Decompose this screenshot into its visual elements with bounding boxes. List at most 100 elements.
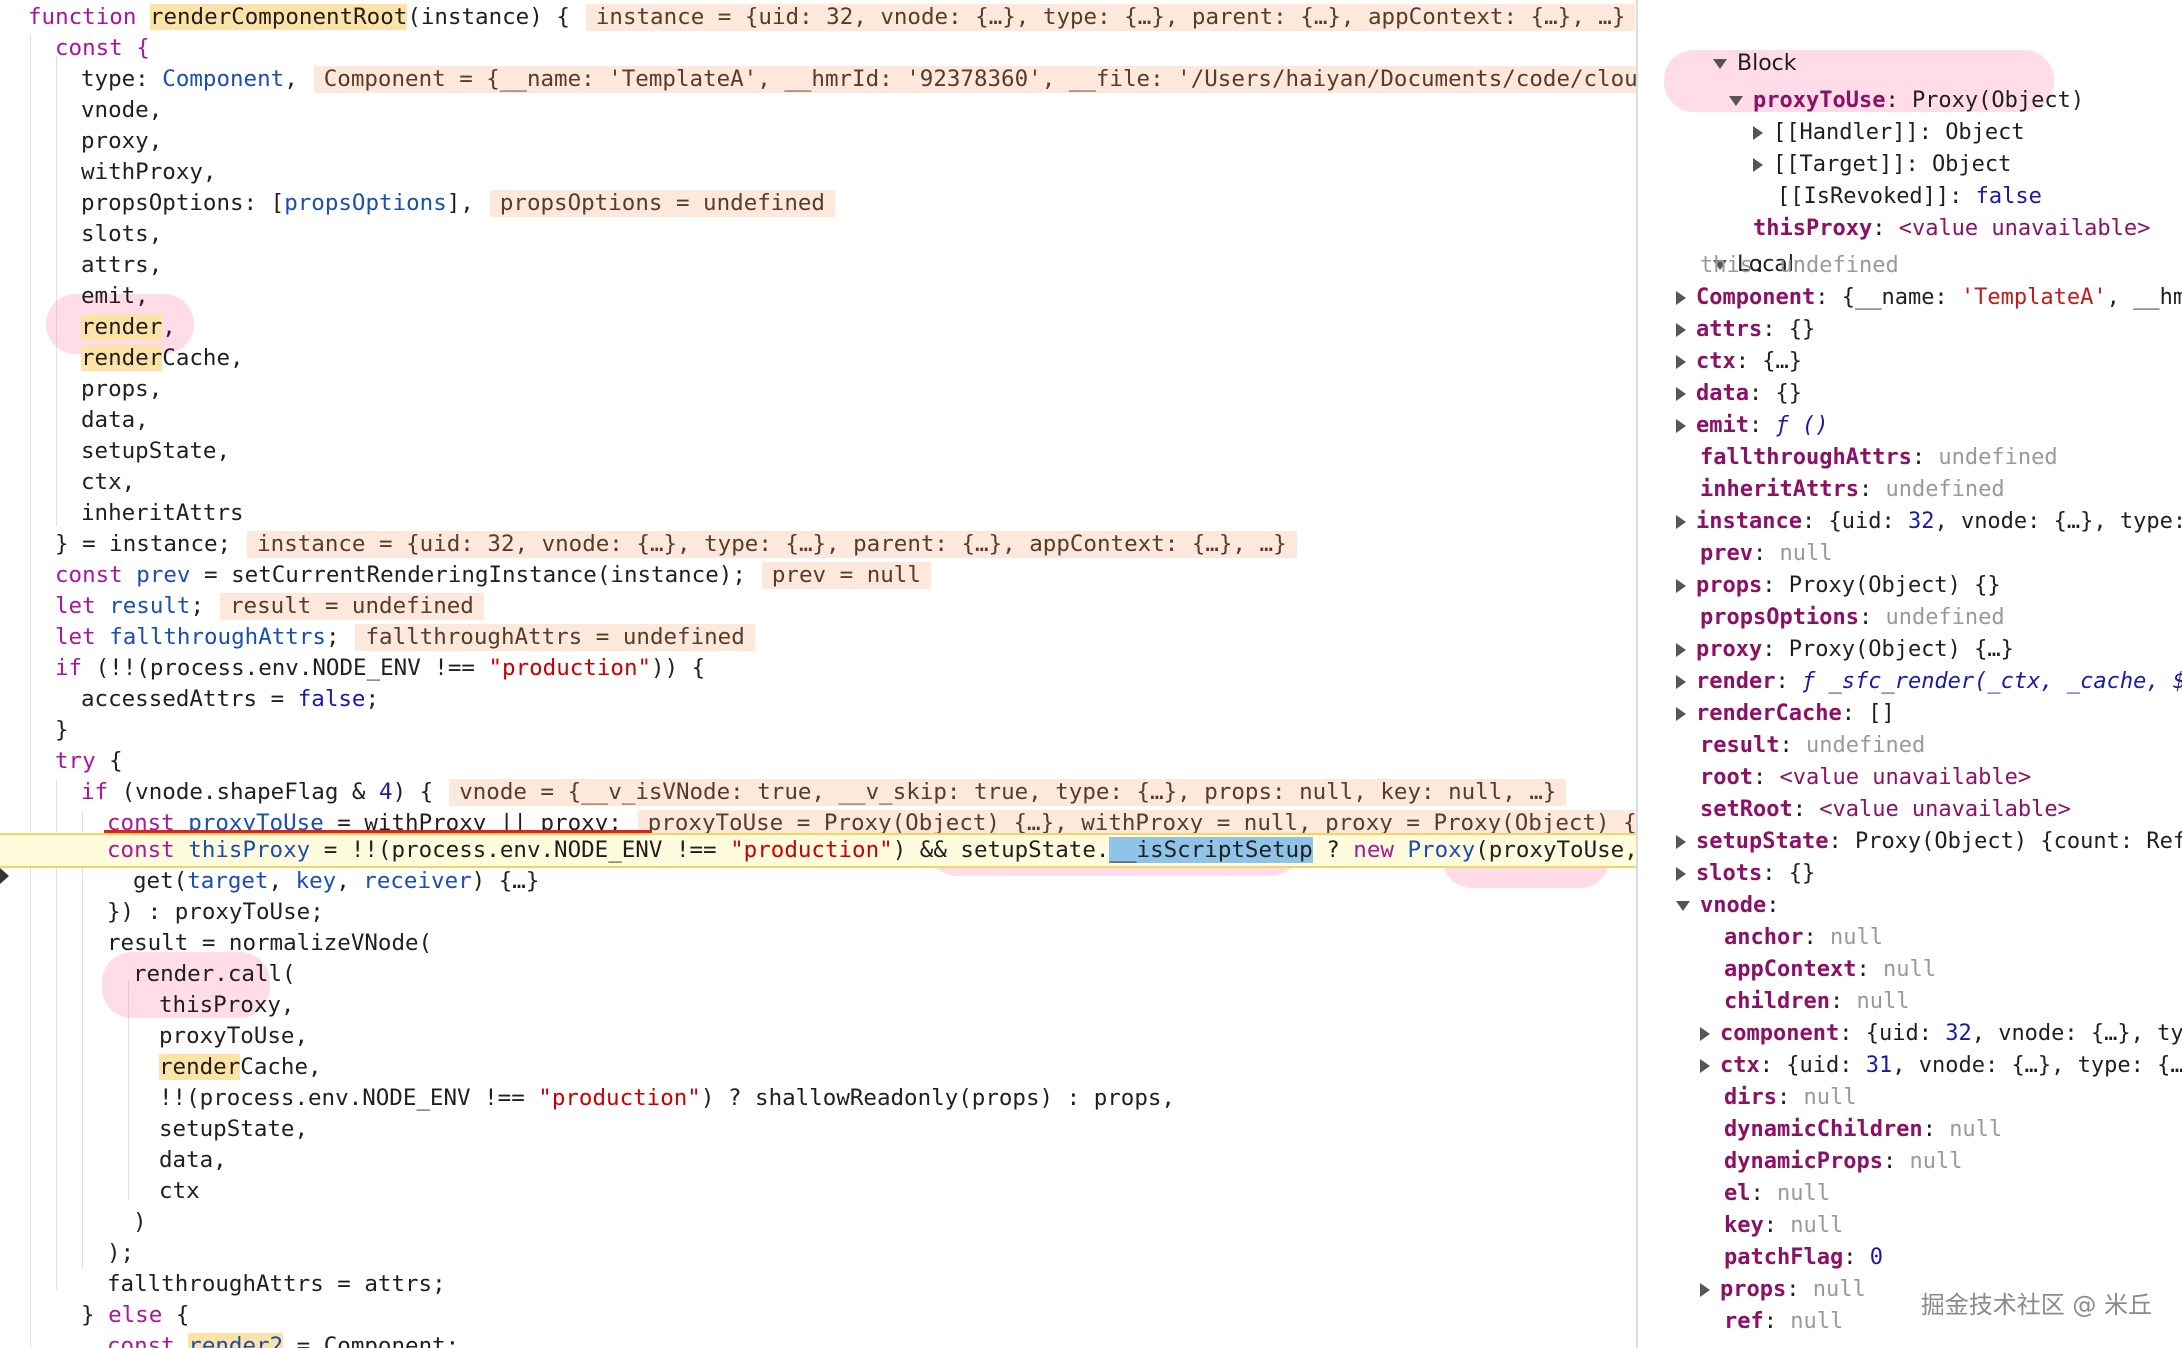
expand-arrow-icon[interactable] [1676, 675, 1686, 689]
scope-section-local[interactable]: Local [1660, 217, 2182, 277]
code-line-24: } [55, 717, 69, 743]
scope-var-attrs[interactable]: attrs: {} [1676, 314, 2182, 346]
expand-arrow-icon[interactable] [1700, 1027, 1710, 1041]
code-line-4: vnode, [81, 97, 163, 123]
code-line-39: ctx [159, 1178, 200, 1204]
scope-var-patchflag: patchFlag: 0 [1724, 1245, 1883, 1270]
expand-arrow-icon[interactable] [1676, 901, 1690, 911]
scope-section-block[interactable]: Block [1660, 16, 2182, 76]
scope-var-thisproxy: thisProxy: <value unavailable> [1752, 216, 2151, 241]
code-line-37: setupState, [159, 1116, 309, 1142]
scope-var-slots[interactable]: slots: {} [1676, 858, 2182, 890]
expand-arrow-icon[interactable] [1676, 707, 1686, 721]
code-line-41: ); [107, 1240, 135, 1266]
scope-var-ctx[interactable]: ctx: {uid: 31, vnode: {…}, type: {… [1700, 1050, 2182, 1082]
code-line-38: data, [159, 1147, 227, 1173]
code-line-14: data, [81, 407, 149, 433]
code-line-13: props, [81, 376, 163, 402]
scope-var-prev: prev: null [1700, 541, 1833, 566]
code-line-10: emit, [81, 283, 149, 309]
code-line-31: result = normalizeVNode( [107, 930, 433, 956]
code-line-1: function renderComponentRoot(instance) {… [0, 2, 1636, 33]
scope-var-ref: ref: null [1724, 1309, 1844, 1334]
scope-var-props[interactable]: props: Proxy(Object) {} [1676, 570, 2182, 602]
scope-var-isrevoked: [[IsRevoked]]: false [1776, 184, 2042, 209]
code-line-17: inheritAttrs [81, 500, 244, 526]
scope-var-emit[interactable]: emit: ƒ () [1676, 410, 2182, 442]
code-line-28-current: const thisProxy = !!(process.env.NODE_EN… [0, 833, 1636, 868]
scope-var-key: key: null [1724, 1213, 1844, 1238]
code-line-30: }) : proxyToUse; [107, 899, 324, 925]
code-line-22: if (!!(process.env.NODE_ENV !== "product… [55, 655, 706, 681]
scope-var-ctx[interactable]: ctx: {…} [1676, 346, 2182, 378]
code-line-29: get(target, key, receiver) {…} [133, 868, 540, 894]
code-line-32: render.call( [133, 961, 296, 987]
inline-value-annotation: instance = {uid: 32, vnode: {…}, type: {… [247, 531, 1297, 558]
code-line-44: const render2 = Component; [0, 1331, 1636, 1348]
expand-arrow-icon[interactable] [1700, 1283, 1710, 1297]
scope-var-result: result: undefined [1700, 733, 1926, 758]
code-line-11: render, [81, 314, 176, 340]
scope-var-fallthroughattrs: fallthroughAttrs: undefined [1700, 445, 2058, 470]
scope-var-el: el: null [1724, 1181, 1830, 1206]
code-line-15: setupState, [81, 438, 231, 464]
scope-var-data[interactable]: data: {} [1676, 378, 2182, 410]
scope-var-target[interactable]: [[Target]]: Object [1700, 117, 2182, 177]
expand-arrow-icon[interactable] [1676, 419, 1686, 433]
expand-arrow-icon[interactable] [1676, 867, 1686, 881]
code-line-43: } else { [81, 1302, 190, 1328]
scope-var-rendercache[interactable]: renderCache: [] [1676, 698, 2182, 730]
scope-panel[interactable]: Block proxyToUse: Proxy(Object) [[Handle… [1636, 0, 2182, 1348]
scope-var-props[interactable]: props: null [1700, 1274, 2182, 1306]
expand-arrow-icon[interactable] [1676, 323, 1686, 337]
scope-var-instance[interactable]: instance: {uid: 32, vnode: {…}, type: [1676, 506, 2182, 538]
expand-arrow-icon[interactable] [1676, 515, 1686, 529]
scope-var-inheritattrs: inheritAttrs: undefined [1700, 477, 2005, 502]
fn-name-token: renderComponentRoot [149, 4, 408, 30]
code-line-23: accessedAttrs = false; [81, 686, 380, 712]
code-line-3: type: Component, Component = {__name: 'Te… [0, 64, 1636, 95]
expand-arrow-icon[interactable] [1676, 291, 1686, 305]
expand-arrow-icon[interactable] [1676, 643, 1686, 657]
selected-token: __isScriptSetup [1109, 837, 1313, 863]
code-line-9: attrs, [81, 252, 163, 278]
code-line-42: fallthroughAttrs = attrs; [107, 1271, 446, 1297]
code-line-26: if (vnode.shapeFlag & 4) {vnode = {__v_i… [0, 777, 1636, 808]
expand-arrow-icon[interactable] [1676, 835, 1686, 849]
code-line-21: let fallthroughAttrs; fallthroughAttrs = … [0, 622, 1636, 653]
code-line-40: ) [133, 1209, 147, 1235]
scope-var-component[interactable]: component: {uid: 32, vnode: {…}, ty [1700, 1018, 2182, 1050]
inline-value-annotation: fallthroughAttrs = undefined [355, 624, 755, 651]
scope-var-vnode[interactable]: vnode: [1676, 890, 2182, 922]
code-line-8: slots, [81, 221, 163, 247]
expand-arrow-icon[interactable] [1676, 579, 1686, 593]
inline-value-annotation: prev = null [761, 562, 931, 589]
code-line-5: proxy, [81, 128, 163, 154]
scope-var-setupstate[interactable]: setupState: Proxy(Object) {count: Ref [1676, 826, 2182, 858]
scope-var-propsoptions: propsOptions: undefined [1700, 605, 2005, 630]
code-line-7: propsOptions: [propsOptions], propsOption… [0, 188, 1636, 219]
code-line-18: } = instance; instance = {uid: 32, vnode:… [0, 529, 1636, 560]
inline-value-annotation: vnode = {__v_isVNode: true, __v_skip: tr… [449, 779, 1567, 806]
scope-var-handler[interactable]: [[Handler]]: Object [1700, 85, 2182, 145]
scope-var-proxytouse[interactable]: proxyToUse: Proxy(Object) [1676, 53, 2182, 113]
scope-var-render[interactable]: render: ƒ _sfc_render(_ctx, _cache, $ [1676, 666, 2182, 698]
code-line-12: renderCache, [81, 345, 244, 371]
code-line-35: renderCache, [159, 1054, 322, 1080]
expand-arrow-icon[interactable] [1676, 387, 1686, 401]
scope-var-proxy[interactable]: proxy: Proxy(Object) {…} [1676, 634, 2182, 666]
scope-var-root: root: <value unavailable> [1700, 765, 2032, 790]
code-line-19: const prev = setCurrentRenderingInstance… [0, 560, 1636, 591]
code-line-20: let result; result = undefined [0, 591, 1636, 622]
expand-arrow-icon[interactable] [1700, 1059, 1710, 1073]
scope-var-dynamicchildren: dynamicChildren: null [1724, 1117, 2003, 1142]
code-line-25: try { [55, 748, 123, 774]
source-editor[interactable]: function renderComponentRoot(instance) {… [0, 0, 1636, 1348]
scope-var-this: this: undefined [1700, 253, 1899, 278]
scope-var-anchor: anchor: null [1724, 925, 1883, 950]
scope-var-dirs: dirs: null [1724, 1085, 1857, 1110]
inline-value-annotation: result = undefined [220, 593, 484, 620]
expand-arrow-icon[interactable] [1676, 355, 1686, 369]
scope-var-component[interactable]: Component: {__name: 'TemplateA', __hm [1676, 282, 2182, 314]
inline-value-annotation: propsOptions = undefined [489, 190, 835, 217]
